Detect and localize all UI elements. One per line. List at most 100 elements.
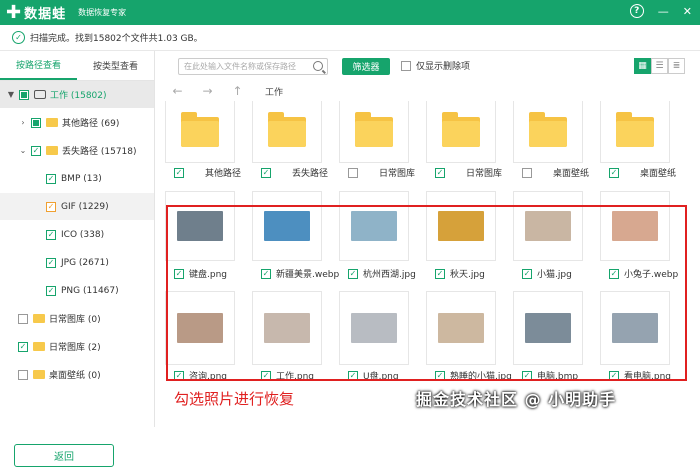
tree-checkbox[interactable]: ✓: [46, 173, 56, 184]
tree-item-label: 日常图库 (2): [49, 343, 101, 353]
tree-item-label: GIF (1229): [61, 201, 109, 212]
file-name: 桌面壁纸: [640, 169, 677, 179]
tree-item-label: 日常图库 (0): [49, 315, 101, 325]
toolbar: 在此处输入文件名称或保存路径 筛选器 仅显示删除项 ▦ ☰ ≣: [155, 51, 700, 81]
back-button[interactable]: 返回: [14, 444, 114, 467]
tree-item[interactable]: ✓ 日常图库 (2): [0, 333, 154, 360]
folder-thumbnail[interactable]: [600, 101, 670, 163]
annotation-caption: 勾选照片进行恢复: [174, 390, 295, 408]
annotation-highlight-box: [166, 205, 687, 381]
tree-item-label: 丢失路径 (15718): [62, 147, 137, 157]
tree-checkbox[interactable]: ✓: [18, 341, 28, 352]
tree-checkbox[interactable]: [31, 117, 41, 128]
tree-checkbox[interactable]: [18, 313, 28, 324]
logo-plus-icon: ✚: [6, 1, 22, 23]
file-checkbox[interactable]: [348, 167, 358, 178]
expand-arrow-icon[interactable]: ›: [18, 118, 28, 127]
file-item[interactable]: ✓ 桌面壁纸: [609, 166, 690, 179]
tree-item[interactable]: ✓ PNG (11467): [0, 277, 154, 304]
tree-item-label: JPG (2671): [61, 257, 109, 268]
file-item[interactable]: ✓ 其他路径: [174, 166, 266, 179]
folder-thumbnail[interactable]: [513, 101, 583, 163]
tree-item-label: ICO (338): [61, 229, 105, 240]
tree-item[interactable]: ✓ ICO (338): [0, 221, 154, 248]
only-deleted-toggle[interactable]: 仅显示删除项: [401, 59, 470, 72]
filter-button[interactable]: 筛选器: [342, 58, 390, 75]
folder-icon: [268, 111, 306, 147]
only-deleted-label: 仅显示删除项: [416, 62, 471, 72]
expand-arrow-icon[interactable]: ⌄: [18, 146, 28, 155]
only-deleted-checkbox[interactable]: [401, 60, 411, 71]
close-button[interactable]: ✕: [683, 5, 692, 18]
file-name: 丢失路径: [292, 169, 329, 179]
tree-item[interactable]: ✓ JPG (2671): [0, 249, 154, 276]
up-arrow-icon[interactable]: ↑: [230, 84, 245, 98]
search-input[interactable]: 在此处输入文件名称或保存路径: [178, 58, 328, 75]
tab-by-path[interactable]: 按路径查看: [0, 51, 77, 80]
folder-icon: [529, 111, 567, 147]
folder-icon: [181, 111, 219, 147]
app-name: 数据蛙: [24, 7, 67, 22]
title-bar: ✚ 数据蛙 数据恢复专家 ? — ✕: [0, 0, 700, 25]
breadcrumb: 工作: [265, 87, 284, 98]
expand-arrow-icon[interactable]: ▼: [6, 90, 16, 99]
tree-item[interactable]: › 其他路径 (69): [0, 109, 154, 136]
folder-thumbnail[interactable]: [339, 101, 409, 163]
file-item[interactable]: ✓ 日常图库: [435, 166, 527, 179]
tree-checkbox[interactable]: [19, 89, 29, 100]
grid-view-icon[interactable]: ▦: [634, 58, 651, 74]
tree-item-label: PNG (11467): [61, 285, 119, 296]
folder-icon: [442, 111, 480, 147]
file-checkbox[interactable]: ✓: [609, 167, 619, 178]
file-checkbox[interactable]: ✓: [261, 167, 271, 178]
tree-item[interactable]: ⌄ ✓ 丢失路径 (15718): [0, 137, 154, 164]
folder-thumbnail[interactable]: [252, 101, 322, 163]
back-arrow-icon[interactable]: ←: [170, 84, 185, 98]
tree-item-label: BMP (13): [61, 173, 102, 184]
list-view-icon[interactable]: ☰: [651, 58, 668, 74]
file-item[interactable]: ✓ 丢失路径: [261, 166, 353, 179]
detail-view-icon[interactable]: ≣: [668, 58, 685, 74]
app-logo: ✚ 数据蛙: [6, 3, 66, 22]
folder-icon: [616, 111, 654, 147]
scan-status-bar: ✓ 扫描完成。找到15802个文件共1.03 GB。: [0, 25, 700, 51]
file-checkbox[interactable]: ✓: [174, 167, 184, 178]
tree-item[interactable]: 桌面壁纸 (0): [0, 361, 154, 388]
file-name: 桌面壁纸: [553, 169, 590, 179]
tree-item-label: 桌面壁纸 (0): [49, 371, 101, 381]
search-icon[interactable]: [313, 61, 323, 71]
navigation-bar: ← → ↑ 工作: [155, 81, 700, 101]
tree-checkbox[interactable]: ✓: [46, 285, 56, 296]
tree-checkbox[interactable]: ✓: [31, 145, 41, 156]
watermark-text: 掘金技术社区 @ 小明助手: [416, 390, 617, 409]
file-item[interactable]: 桌面壁纸: [522, 166, 614, 179]
tree-checkbox[interactable]: ✓: [46, 201, 56, 212]
sidebar: 按路径查看 按类型查看 ▼ 工作 (15802) › 其他路径 (69) ⌄ ✓ 丢失路径 …: [0, 51, 155, 467]
tree-item[interactable]: ✓ BMP (13): [0, 165, 154, 192]
tree-item[interactable]: ✓ GIF (1229): [0, 193, 154, 220]
tree-checkbox[interactable]: ✓: [46, 257, 56, 268]
folder-icon: [46, 146, 58, 155]
tree-item[interactable]: ▼ 工作 (15802): [0, 81, 154, 108]
search-placeholder: 在此处输入文件名称或保存路径: [184, 62, 296, 71]
tree-checkbox[interactable]: ✓: [46, 229, 56, 240]
file-item[interactable]: 日常图库: [348, 166, 440, 179]
scan-status-text: 扫描完成。找到15802个文件共1.03 GB。: [30, 34, 203, 44]
folder-icon: [33, 342, 45, 351]
help-icon[interactable]: ?: [629, 4, 644, 18]
file-checkbox[interactable]: ✓: [435, 167, 445, 178]
minimize-button[interactable]: —: [658, 5, 669, 18]
file-name: 日常图库: [466, 169, 503, 179]
file-checkbox[interactable]: [522, 167, 532, 178]
tree-item-label: 工作 (15802): [50, 91, 107, 101]
drive-icon: [34, 90, 46, 99]
file-name: 其他路径: [205, 169, 242, 179]
tree-item-label: 其他路径 (69): [62, 119, 120, 129]
folder-thumbnail[interactable]: [165, 101, 235, 163]
tree-item[interactable]: 日常图库 (0): [0, 305, 154, 332]
folder-thumbnail[interactable]: [426, 101, 496, 163]
tab-by-type[interactable]: 按类型查看: [77, 51, 154, 80]
folder-icon: [46, 118, 58, 127]
tree-checkbox[interactable]: [18, 369, 28, 380]
forward-arrow-icon[interactable]: →: [200, 84, 215, 98]
